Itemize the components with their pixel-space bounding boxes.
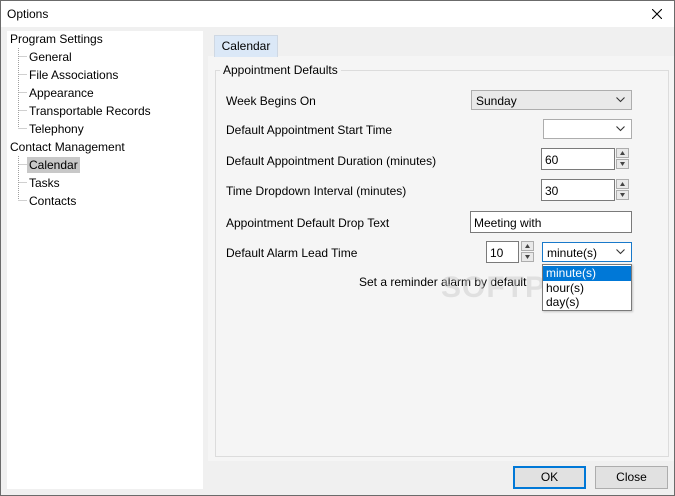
drop-text-label: Appointment Default Drop Text <box>226 216 390 230</box>
interval-label: Time Dropdown Interval (minutes) <box>226 184 407 198</box>
title-bar: Options <box>1 1 674 27</box>
settings-tree[interactable]: Program Settings General File Associatio… <box>7 31 203 489</box>
tree-item-transportable-records[interactable]: Transportable Records <box>27 103 153 119</box>
drop-text-input[interactable]: Meeting with <box>470 211 632 233</box>
duration-spin-down[interactable] <box>616 159 629 169</box>
interval-input[interactable]: 30 <box>541 179 615 201</box>
chevron-down-icon <box>616 97 625 103</box>
arrow-up-icon <box>620 182 625 186</box>
interval-spinner[interactable] <box>616 179 629 201</box>
ok-button[interactable]: OK <box>513 466 586 489</box>
window-title: Options <box>7 7 49 21</box>
close-button[interactable]: Close <box>595 466 668 489</box>
week-begins-select[interactable]: Sunday <box>471 90 632 110</box>
tree-item-program-settings[interactable]: Program Settings <box>8 31 105 47</box>
tree-item-file-associations[interactable]: File Associations <box>27 67 120 83</box>
start-time-label: Default Appointment Start Time <box>226 123 393 137</box>
arrow-up-icon <box>525 244 530 248</box>
dropdown-option-hours[interactable]: hour(s) <box>543 281 631 296</box>
tree-item-telephony[interactable]: Telephony <box>27 121 86 137</box>
alarm-value: 10 <box>490 246 504 260</box>
duration-spin-up[interactable] <box>616 148 629 158</box>
start-time-select[interactable] <box>543 119 632 139</box>
group-title: Appointment Defaults <box>220 63 341 77</box>
tree-item-calendar[interactable]: Calendar <box>27 157 80 173</box>
interval-spin-down[interactable] <box>616 190 629 200</box>
options-window: Options Program Settings General File As… <box>0 0 675 496</box>
chevron-down-icon <box>616 126 625 132</box>
close-icon <box>652 9 662 19</box>
drop-text-value: Meeting with <box>474 216 542 230</box>
alarm-unit-value: minute(s) <box>547 246 598 260</box>
tree-item-tasks[interactable]: Tasks <box>27 175 62 191</box>
duration-value: 60 <box>545 153 559 167</box>
dropdown-option-minutes[interactable]: minute(s) <box>543 266 631 281</box>
close-window-button[interactable] <box>640 1 674 27</box>
week-begins-label: Week Begins On <box>226 94 316 108</box>
arrow-up-icon <box>620 151 625 155</box>
tree-item-contact-management[interactable]: Contact Management <box>8 139 127 155</box>
alarm-spinner[interactable] <box>521 241 534 263</box>
arrow-down-icon <box>620 193 625 197</box>
interval-spin-up[interactable] <box>616 179 629 189</box>
week-begins-value: Sunday <box>476 94 517 108</box>
duration-label: Default Appointment Duration (minutes) <box>226 154 437 168</box>
alarm-unit-dropdown[interactable]: minute(s) hour(s) day(s) <box>542 264 632 311</box>
duration-input[interactable]: 60 <box>541 148 615 170</box>
alarm-unit-select[interactable]: minute(s) <box>542 242 632 262</box>
tree-item-general[interactable]: General <box>27 49 74 65</box>
tree-item-appearance[interactable]: Appearance <box>27 85 96 101</box>
tree-item-contacts[interactable]: Contacts <box>27 193 78 209</box>
chevron-down-icon <box>616 249 625 255</box>
alarm-input[interactable]: 10 <box>486 241 519 263</box>
arrow-down-icon <box>620 162 625 166</box>
tab-calendar[interactable]: Calendar <box>214 35 278 57</box>
arrow-down-icon <box>525 255 530 259</box>
alarm-label: Default Alarm Lead Time <box>226 246 358 260</box>
alarm-spin-down[interactable] <box>521 252 534 262</box>
alarm-spin-up[interactable] <box>521 241 534 251</box>
dropdown-option-days[interactable]: day(s) <box>543 295 631 310</box>
interval-value: 30 <box>545 184 559 198</box>
duration-spinner[interactable] <box>616 148 629 170</box>
